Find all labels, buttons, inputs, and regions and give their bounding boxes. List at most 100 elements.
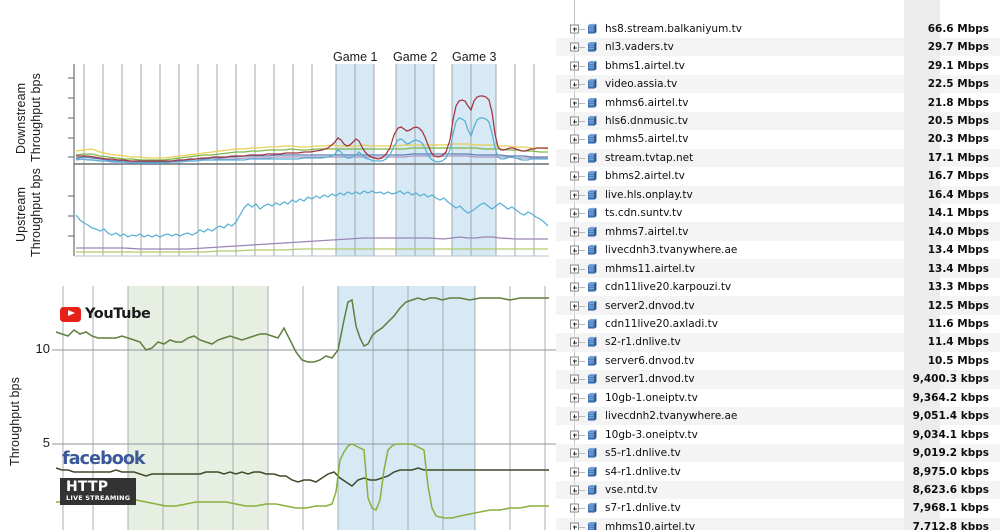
table-row[interactable]: mhms7.airtel.tv 14.0 Mbps <box>556 222 1000 241</box>
table-row[interactable]: mhms5.airtel.tv 20.3 Mbps <box>556 130 1000 149</box>
table-row[interactable]: stream.tvtap.net 17.1 Mbps <box>556 148 1000 168</box>
plus-box-icon[interactable] <box>570 374 579 384</box>
table-row[interactable]: s5-r1.dnlive.tv 9,019.2 kbps <box>556 443 1000 463</box>
table-row[interactable]: mhms6.airtel.tv 21.8 Mbps <box>556 93 1000 112</box>
plus-box-icon[interactable] <box>570 134 579 144</box>
plus-box-icon[interactable] <box>570 337 579 347</box>
table-row[interactable]: video.assia.tv 22.5 Mbps <box>556 74 1000 94</box>
blue-highlight-band <box>338 286 475 530</box>
table-row[interactable]: cdn11live20.axladi.tv 11.6 Mbps <box>556 315 1000 334</box>
tree-branch-line <box>579 416 585 418</box>
host-name: vse.ntd.tv <box>605 484 658 496</box>
table-row[interactable]: server1.dnvod.tv 9,400.3 kbps <box>556 370 1000 389</box>
table-row[interactable]: nl3.vaders.tv 29.7 Mbps <box>556 37 1000 57</box>
youtube-label: YouTube <box>85 306 151 322</box>
facebook-label: facebook <box>62 449 146 469</box>
plus-box-icon[interactable] <box>570 42 579 52</box>
plus-box-icon[interactable] <box>570 61 579 71</box>
plus-box-icon[interactable] <box>570 24 579 34</box>
table-row[interactable]: server6.dnvod.tv 10.5 Mbps <box>556 352 1000 371</box>
tree-branch-line <box>579 397 585 399</box>
host-name: mhms10.airtel.tv <box>605 520 696 530</box>
table-row[interactable]: vse.ntd.tv 8,623.6 kbps <box>556 480 1000 500</box>
table-row[interactable]: 10gb-1.oneiptv.tv 9,364.2 kbps <box>556 389 1000 408</box>
host-rate: 13.4 Mbps <box>927 244 989 257</box>
server-icon <box>586 226 598 238</box>
table-row[interactable]: s7-r1.dnlive.tv 7,968.1 kbps <box>556 499 1000 518</box>
app-root: Downstream Throughput bps Upstream Throu… <box>0 0 1000 530</box>
host-rate: 9,034.1 kbps <box>912 428 989 441</box>
server-icon <box>586 78 598 90</box>
table-row[interactable]: live.hls.onplay.tv 16.4 Mbps <box>556 185 1000 205</box>
host-name: nl3.vaders.tv <box>605 41 674 54</box>
plus-box-icon[interactable] <box>570 448 579 458</box>
plus-box-icon[interactable] <box>570 282 579 292</box>
tree-branch-line <box>579 305 585 307</box>
table-row[interactable]: bhms1.airtel.tv 29.1 Mbps <box>556 56 1000 75</box>
plus-box-icon[interactable] <box>570 319 579 329</box>
http-live-streaming-badge: HTTP LIVE STREAMING <box>60 478 137 505</box>
tree-branch-line <box>579 213 585 215</box>
live-streaming-label: LIVE STREAMING <box>66 494 131 502</box>
server-icon <box>586 244 598 256</box>
server-icon <box>586 484 598 496</box>
plus-box-icon[interactable] <box>570 79 579 89</box>
host-name: server2.dnvod.tv <box>605 299 695 312</box>
plus-box-icon[interactable] <box>570 98 579 108</box>
plus-box-icon[interactable] <box>570 503 579 513</box>
plus-box-icon[interactable] <box>570 208 579 218</box>
plus-box-icon[interactable] <box>570 264 579 274</box>
server-icon <box>586 189 598 201</box>
plus-box-icon[interactable] <box>570 485 579 495</box>
table-row[interactable]: s4-r1.dnlive.tv 8,975.0 kbps <box>556 462 1000 481</box>
plus-box-icon[interactable] <box>570 245 579 255</box>
table-row[interactable]: s2-r1.dnlive.tv 11.4 Mbps <box>556 333 1000 352</box>
host-name: ts.cdn.suntv.tv <box>605 207 683 220</box>
table-row[interactable]: hls6.dnmusic.tv 20.5 Mbps <box>556 111 1000 131</box>
table-row[interactable]: livecdnh2.tvanywhere.ae 9,051.4 kbps <box>556 406 1000 426</box>
host-rate: 13.4 Mbps <box>927 262 989 275</box>
host-name: server1.dnvod.tv <box>605 373 695 386</box>
plus-box-icon[interactable] <box>570 430 579 440</box>
table-row[interactable]: server2.dnvod.tv 12.5 Mbps <box>556 296 1000 315</box>
tree-branch-line <box>579 231 585 233</box>
plus-box-icon[interactable] <box>570 522 579 530</box>
plus-box-icon[interactable] <box>570 467 579 477</box>
plus-box-icon[interactable] <box>570 227 579 237</box>
table-row[interactable]: 10gb-3.oneiptv.tv 9,034.1 kbps <box>556 425 1000 444</box>
server-icon <box>586 281 598 293</box>
table-row[interactable]: hs8.stream.balkaniyum.tv 66.6 Mbps <box>556 20 1000 39</box>
host-rate: 14.0 Mbps <box>927 225 989 238</box>
host-rate: 8,975.0 kbps <box>912 465 989 478</box>
downstream-axis-label: Downstream Throughput bps <box>14 73 43 163</box>
table-row[interactable]: cdn11live20.karpouzi.tv 13.3 Mbps <box>556 278 1000 297</box>
server-icon <box>586 23 598 35</box>
upstream-axis-label: Upstream Throughput bps <box>14 168 43 257</box>
plus-box-icon[interactable] <box>570 190 579 200</box>
plus-box-icon[interactable] <box>570 116 579 126</box>
plus-box-icon[interactable] <box>570 393 579 403</box>
table-row[interactable]: ts.cdn.suntv.tv 14.1 Mbps <box>556 204 1000 223</box>
host-list-panel[interactable]: hs8.stream.balkaniyum.tv 66.6 Mbps nl3.vad… <box>556 0 1000 530</box>
host-name: stream.tvtap.net <box>605 151 694 164</box>
server-icon <box>586 300 598 312</box>
host-name: live.hls.onplay.tv <box>605 188 693 201</box>
host-name: bhms2.airtel.tv <box>605 170 685 183</box>
top-y-ticks <box>68 77 74 237</box>
table-row[interactable]: mhms11.airtel.tv 13.4 Mbps <box>556 259 1000 278</box>
tree-branch-line <box>579 342 585 344</box>
table-row[interactable]: mhms10.airtel.tv 7,712.8 kbps <box>556 517 1000 530</box>
host-rate: 16.7 Mbps <box>927 170 989 183</box>
game2-label: Game 2 <box>393 50 438 64</box>
server-icon <box>586 318 598 330</box>
table-row[interactable]: livecdnh3.tvanywhere.ae 13.4 Mbps <box>556 241 1000 260</box>
youtube-play-icon <box>60 306 81 322</box>
plus-box-icon[interactable] <box>570 301 579 310</box>
host-rate: 12.5 Mbps <box>927 299 989 312</box>
table-row[interactable]: bhms2.airtel.tv 16.7 Mbps <box>556 167 1000 186</box>
plus-box-icon[interactable] <box>570 153 579 163</box>
plus-box-icon[interactable] <box>570 171 579 181</box>
plus-box-icon[interactable] <box>570 411 579 421</box>
plus-box-icon[interactable] <box>570 356 579 366</box>
host-rate: 9,364.2 kbps <box>912 391 989 404</box>
